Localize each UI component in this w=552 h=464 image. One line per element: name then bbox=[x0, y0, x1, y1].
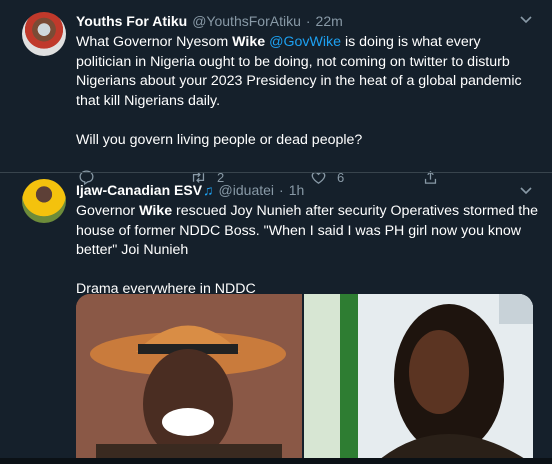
media-photo[interactable] bbox=[304, 294, 533, 464]
author-handle[interactable]: @iduatei bbox=[219, 182, 274, 198]
tweet-text-bold: Wike bbox=[139, 203, 173, 219]
timestamp[interactable]: 1h bbox=[289, 182, 305, 198]
tweet-text-part: Governor bbox=[76, 203, 140, 219]
tweet-media[interactable] bbox=[76, 294, 533, 464]
author-name[interactable]: Ijaw-Canadian ESV bbox=[76, 182, 202, 198]
tweet-header: Ijaw-Canadian ESV ♫ @iduatei · 1h bbox=[76, 179, 536, 201]
taskbar bbox=[0, 458, 552, 464]
tweet-text: Governor Wike rescued Joy Nunieh after s… bbox=[76, 202, 538, 300]
media-photo[interactable] bbox=[76, 294, 302, 464]
music-note-icon: ♫ bbox=[203, 182, 214, 198]
separator-dot: · bbox=[279, 182, 284, 198]
chevron-down-icon[interactable] bbox=[520, 183, 532, 198]
tweet-2[interactable]: Ijaw-Canadian ESV ♫ @iduatei · 1h Govern… bbox=[0, 0, 552, 464]
